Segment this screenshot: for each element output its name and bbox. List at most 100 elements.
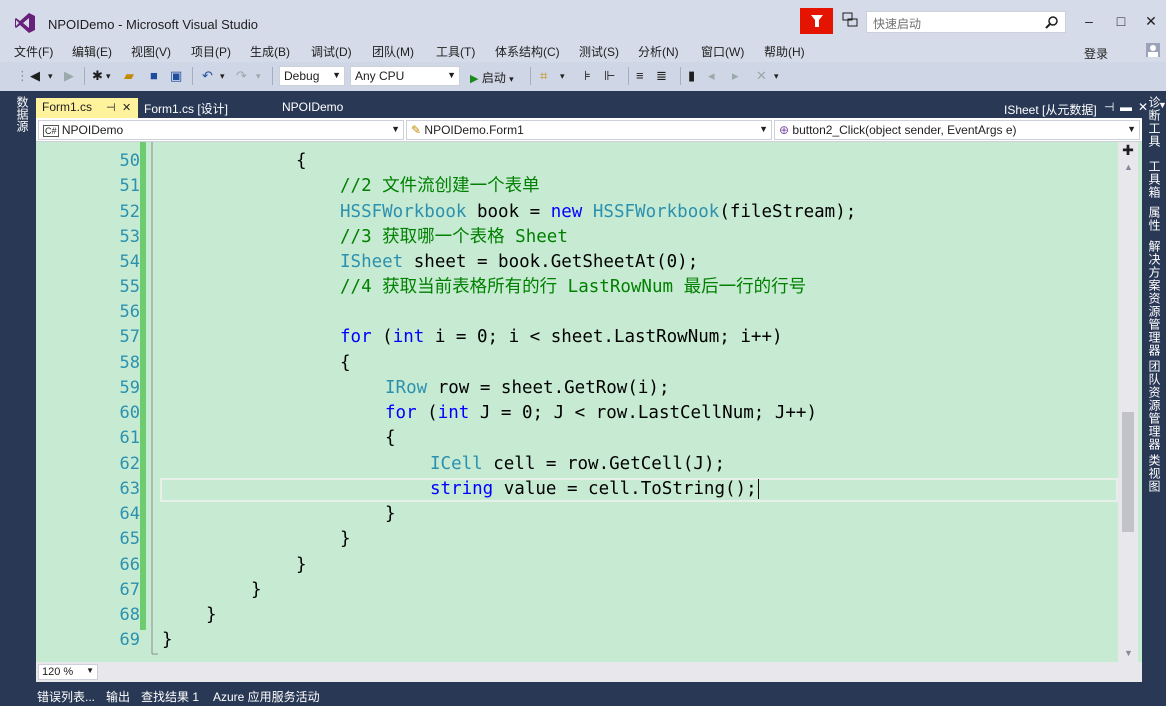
zoom-level-select[interactable]: 120 % ▼ [38, 664, 98, 680]
maximize-button[interactable]: □ [1110, 12, 1132, 30]
tab-label: NPOIDemo [282, 100, 344, 114]
outlining-margin [151, 142, 158, 655]
save-icon[interactable]: ■ [150, 68, 158, 84]
solution-configuration-select[interactable]: Debug ▼ [279, 66, 345, 86]
title-bar: NPOIDemo - Microsoft Visual Studio 快速启动 … [0, 0, 1166, 38]
sign-in-link[interactable]: 登录 [1084, 45, 1108, 62]
comment-lines-icon[interactable]: ≡ [636, 68, 644, 84]
line-number: 57 [119, 327, 140, 347]
member-dropdown[interactable]: ⊕ button2_Click(object sender, EventArgs… [774, 120, 1140, 140]
next-bookmark-icon[interactable]: ▸ [732, 68, 739, 84]
pin-icon[interactable]: ⊣ [106, 101, 116, 114]
notifications-flag-icon[interactable] [800, 8, 833, 34]
class-view-tab[interactable]: 类视图 [1146, 454, 1163, 493]
csharp-file-icon: C# [43, 125, 59, 137]
chevron-down-icon: ▾ [509, 74, 514, 84]
code-token: { [340, 353, 351, 373]
close-button[interactable]: ✕ [1140, 12, 1162, 30]
code-token: (fileStream); [719, 202, 857, 222]
chevron-down-icon: ▼ [759, 124, 768, 134]
code-keyword: for [340, 327, 372, 347]
horizontal-scrollbar[interactable]: 120 % ▼ [36, 662, 1142, 682]
bookmark-icon[interactable]: ▮ [688, 68, 695, 84]
solution-explorer-tab[interactable]: 解决方案资源管理器 [1146, 240, 1163, 357]
error-list-tab[interactable]: 错误列表... [37, 688, 95, 705]
data-sources-tab[interactable]: 数据源 [14, 96, 31, 132]
solution-platform-select[interactable]: Any CPU ▼ [350, 66, 460, 86]
menu-window[interactable]: 窗口(W) [701, 43, 744, 60]
uncomment-lines-icon[interactable]: ≣ [656, 68, 667, 84]
minimize-button[interactable]: – [1078, 12, 1100, 30]
line-number: 54 [119, 252, 140, 272]
navigate-forward-icon[interactable]: ▶ [64, 68, 74, 84]
start-debugging-button[interactable]: ▶ 启动 ▾ [470, 69, 514, 86]
account-icon[interactable] [1145, 42, 1161, 58]
toolbar-separator [628, 67, 629, 85]
line-number: 53 [119, 227, 140, 247]
menu-debug[interactable]: 调试(D) [311, 43, 352, 60]
navigate-back-icon[interactable]: ◀ [30, 68, 40, 84]
split-window-button[interactable]: ✚ [1120, 142, 1136, 158]
step-into-icon[interactable]: ⊧ [584, 68, 591, 84]
navigation-bar: C# NPOIDemo ▼ ✎ NPOIDemo.Form1 ▼ ⊕ butto… [36, 118, 1142, 142]
tab-form1-designer[interactable]: Form1.cs [设计] [138, 98, 268, 118]
code-text-area[interactable]: { //2 文件流创建一个表单 HSSFWorkbook book = new … [160, 142, 1120, 662]
toolbar-overflow-icon[interactable]: ▾ [560, 68, 565, 84]
toolbar-separator [680, 67, 681, 85]
azure-app-service-activity-tab[interactable]: Azure 应用服务活动 [213, 688, 320, 705]
scroll-up-icon[interactable]: ▲ [1124, 162, 1133, 172]
menu-edit[interactable]: 编辑(E) [72, 43, 112, 60]
code-token: } [296, 555, 307, 575]
code-type: ICell [430, 454, 483, 474]
properties-tab[interactable]: 属性 [1146, 206, 1163, 232]
tab-form1-cs[interactable]: Form1.cs ⊣ ✕ [36, 98, 138, 118]
new-project-dropdown-icon[interactable]: ▾ [106, 68, 111, 84]
menu-tools[interactable]: 工具(T) [436, 43, 475, 60]
menu-test[interactable]: 测试(S) [579, 43, 619, 60]
toolbar-overflow-icon[interactable]: ▾ [774, 68, 779, 84]
clear-bookmarks-icon[interactable]: ✕ [756, 68, 767, 84]
close-icon[interactable]: ✕ [122, 101, 131, 114]
chevron-down-icon[interactable]: ▼ [1158, 100, 1166, 110]
toolbox-tab[interactable]: 工具箱 [1146, 160, 1163, 199]
open-file-icon[interactable]: ▰ [124, 68, 134, 84]
step-over-icon[interactable]: ⊩ [604, 68, 615, 84]
quick-launch-input[interactable]: 快速启动 [866, 11, 1066, 33]
menu-analyze[interactable]: 分析(N) [638, 43, 679, 60]
scroll-down-icon[interactable]: ▼ [1124, 648, 1133, 658]
find-results-tab[interactable]: 查找结果 1 [141, 688, 199, 705]
save-all-icon[interactable]: ▣ [170, 68, 182, 84]
document-tab-well: Form1.cs ⊣ ✕ Form1.cs [设计] NPOIDemo IShe… [36, 96, 1166, 118]
type-dropdown[interactable]: ✎ NPOIDemo.Form1 ▼ [406, 120, 772, 140]
menu-file[interactable]: 文件(F) [14, 43, 53, 60]
menu-architecture[interactable]: 体系结构(C) [495, 43, 560, 60]
redo-icon[interactable]: ↷ [236, 68, 247, 84]
toolbar-grip-icon: ⋮ [16, 68, 29, 83]
tab-npoidemo[interactable]: NPOIDemo [276, 98, 356, 118]
metadata-tab-title[interactable]: ISheet [从元数据] [1004, 101, 1097, 118]
line-number: 62 [119, 454, 140, 474]
menu-help[interactable]: 帮助(H) [764, 43, 805, 60]
close-icon[interactable]: ✕ [1138, 100, 1148, 114]
menu-view[interactable]: 视图(V) [131, 43, 171, 60]
redo-dropdown-icon[interactable]: ▾ [256, 68, 261, 84]
browser-link-icon[interactable]: ⌗ [540, 68, 547, 84]
code-editor[interactable]: 50 51 52 53 54 55 56 57 58 59 60 61 62 6… [36, 142, 1142, 662]
menu-team[interactable]: 团队(M) [372, 43, 414, 60]
pin-icon[interactable]: ⊣ [1104, 100, 1114, 114]
output-tab[interactable]: 输出 [106, 688, 130, 705]
code-keyword: new [550, 202, 583, 222]
feedback-icon[interactable] [842, 12, 858, 28]
previous-bookmark-icon[interactable]: ◂ [708, 68, 715, 84]
undo-dropdown-icon[interactable]: ▾ [220, 68, 225, 84]
navigate-back-dropdown-icon[interactable]: ▾ [48, 68, 53, 84]
team-explorer-tab[interactable]: 团队资源管理器 [1146, 360, 1163, 451]
project-dropdown[interactable]: C# NPOIDemo ▼ [38, 120, 404, 140]
scrollbar-thumb[interactable] [1122, 412, 1134, 532]
promote-icon[interactable]: ▬ [1120, 100, 1132, 114]
menu-build[interactable]: 生成(B) [250, 43, 290, 60]
menu-project[interactable]: 项目(P) [191, 43, 231, 60]
vertical-scrollbar[interactable]: ▲ ▼ [1118, 142, 1138, 662]
new-project-icon[interactable]: ✱ [92, 68, 103, 84]
undo-icon[interactable]: ↶ [202, 68, 213, 84]
